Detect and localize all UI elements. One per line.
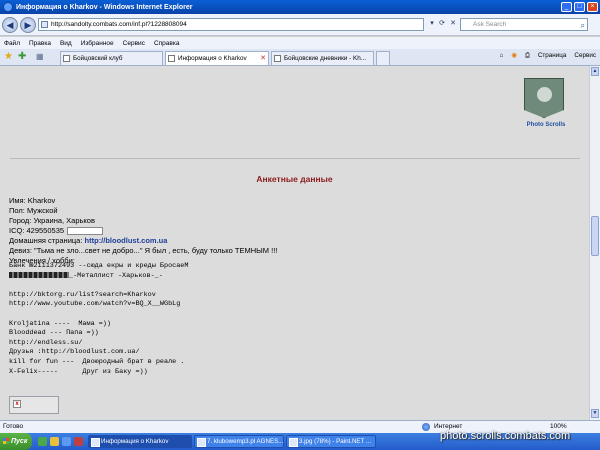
hobby-line: Blooddead --- Папа =)): [9, 329, 99, 338]
menu-edit[interactable]: Правка: [29, 40, 51, 47]
hobby-line: Банк №2111372493 --сюда екры и креды Бро…: [9, 262, 189, 270]
window-title: Информация о Kharkov - Windows Internet …: [16, 3, 193, 11]
favorites-star-icon[interactable]: ★: [4, 52, 13, 62]
tab-fight-club[interactable]: Бойцовский клуб: [60, 51, 163, 65]
divider: [10, 158, 580, 159]
hobby-link[interactable]: http://bktorg.ru/list?search=Kharkov: [9, 291, 188, 301]
tools-menu[interactable]: Сервис: [574, 52, 596, 60]
profile-homepage-row: Домашняя страница: http://bloodlust.com.…: [9, 236, 277, 246]
feeds-icon[interactable]: ◉: [511, 52, 517, 60]
hobby-line: Kroljatina ---- Мама =)): [9, 319, 111, 328]
hobby-text: Банк №2111372493 --сюда екры и креды Бро…: [9, 262, 188, 377]
scroll-thumb[interactable]: [591, 216, 599, 256]
search-input[interactable]: Ask Search ⌕: [460, 18, 588, 31]
scroll-down-icon[interactable]: ▼: [591, 409, 599, 418]
command-bar: ⌂ ◉ ⎙ Страница Сервис: [500, 52, 596, 60]
hobby-line: X-Felix----- Друг из Баку =)): [9, 367, 148, 376]
hobby-link[interactable]: http://www.youtube.com/watch?v=BQ_X__WGb…: [9, 300, 188, 310]
icq-status-box: [67, 227, 104, 236]
homepage-label: Домашняя страница:: [9, 236, 83, 245]
task-paint[interactable]: 3.jpg (78%) - Paint.NET ...: [286, 435, 376, 448]
photo-scrolls-logo[interactable]: Photo Scrolls: [521, 76, 571, 138]
menu-bar: Файл Правка Вид Избранное Сервис Справка: [0, 37, 600, 49]
page-content: Photo Scrolls Анкетные данные Имя: Khark…: [0, 66, 589, 420]
zoom-level[interactable]: 100%: [550, 423, 567, 430]
status-text: Готово: [3, 423, 24, 430]
profile-gender: Пол: Мужской: [9, 206, 58, 215]
add-favorite-icon[interactable]: ✚: [18, 52, 26, 62]
hobby-line-redacted: _-Металлист -Харьков-_-: [9, 272, 188, 282]
redacted-block: [9, 271, 69, 278]
menu-tools[interactable]: Сервис: [123, 40, 145, 47]
tab-label: Информация о Kharkov: [178, 55, 247, 62]
stop-icon[interactable]: ✕: [447, 18, 459, 31]
address-url: http://sandolty.combats.com/inf.pl?12288…: [51, 21, 187, 28]
tab-close-icon[interactable]: ✕: [260, 52, 266, 65]
print-icon[interactable]: ⎙: [525, 52, 530, 60]
forward-button[interactable]: ▶: [20, 17, 36, 33]
search-placeholder: Ask Search: [473, 21, 507, 28]
quicklaunch-icon[interactable]: [62, 437, 71, 446]
profile-icq-row: ICQ: 429550535: [9, 226, 277, 236]
page-menu[interactable]: Страница: [538, 52, 567, 60]
menu-view[interactable]: Вид: [60, 40, 72, 47]
broken-image: x: [9, 396, 59, 414]
menu-favorites[interactable]: Избранное: [81, 40, 114, 47]
quicklaunch-icon[interactable]: [50, 437, 59, 446]
tab-diaries[interactable]: Бойцовские дневники - Kh...: [271, 51, 374, 65]
menu-help[interactable]: Справка: [154, 40, 180, 47]
quick-tabs-icon[interactable]: ▦: [36, 52, 44, 62]
quicklaunch-icon[interactable]: [74, 437, 83, 446]
hobby-line: kill for fun --- Двоюродный брат в реале…: [9, 357, 185, 366]
page-icon: [41, 21, 48, 28]
profile-info: Имя: Kharkov Пол: Мужской Город: Украина…: [9, 196, 277, 266]
tab-icon: [274, 55, 281, 62]
tab-info-kharkov[interactable]: Информация о Kharkov ✕: [165, 51, 269, 65]
search-icon[interactable]: ⌕: [581, 20, 585, 31]
vertical-scrollbar[interactable]: ▲ ▼: [589, 66, 600, 420]
page-title: Анкетные данные: [256, 174, 333, 184]
menu-file[interactable]: Файл: [4, 40, 20, 47]
profile-city: Город: Украина, Харьков: [9, 216, 95, 225]
ie-icon: [3, 2, 13, 12]
task-ie[interactable]: Информация о Kharkov: [88, 435, 192, 448]
minimize-button[interactable]: _: [561, 2, 572, 12]
tab-icon: [63, 55, 70, 62]
start-button[interactable]: Пуск: [0, 433, 32, 450]
scroll-up-icon[interactable]: ▲: [591, 67, 599, 76]
homepage-link[interactable]: http://bloodlust.com.ua: [85, 236, 168, 245]
hobby-line: [9, 310, 188, 320]
hobby-line: [9, 281, 188, 291]
back-button[interactable]: ◀: [2, 17, 18, 33]
tab-icon: [168, 55, 175, 62]
hobby-line: Друзья :http://bloodlust.com.ua/: [9, 348, 140, 357]
hobby-link[interactable]: http://endless.su/: [9, 339, 188, 349]
tab-bar: ★ ✚ ▦ Бойцовский клуб Информация о Khark…: [0, 49, 600, 66]
quicklaunch-icon[interactable]: [38, 437, 47, 446]
address-input[interactable]: http://sandolty.combats.com/inf.pl?12288…: [38, 18, 424, 31]
title-bar: Информация о Kharkov - Windows Internet …: [0, 0, 600, 14]
close-button[interactable]: ×: [587, 2, 598, 12]
profile-name: Имя: Kharkov: [9, 196, 56, 205]
tab-label: Бойцовские дневники - Kh...: [284, 55, 366, 62]
broken-image-icon: x: [13, 400, 21, 408]
photo-scrolls-caption: Photo Scrolls: [526, 122, 566, 128]
profile-motto: Девиз: "Тьма не зло...свет не добро..." …: [9, 246, 278, 255]
home-icon[interactable]: ⌂: [500, 52, 504, 60]
address-row: ◀ ▶ http://sandolty.combats.com/inf.pl?1…: [0, 14, 600, 36]
profile-icq: ICQ: 429550535: [9, 226, 65, 235]
tab-label: Бойцовский клуб: [73, 55, 123, 62]
task-player[interactable]: 7. klubowemp3.pl AGNES...: [194, 435, 284, 448]
new-tab-button[interactable]: [376, 51, 390, 65]
banner-icon: [524, 78, 564, 118]
internet-zone[interactable]: Интернет: [422, 423, 462, 431]
watermark: photo.scrolls.combats.com: [440, 430, 571, 442]
maximize-button[interactable]: □: [574, 2, 585, 12]
